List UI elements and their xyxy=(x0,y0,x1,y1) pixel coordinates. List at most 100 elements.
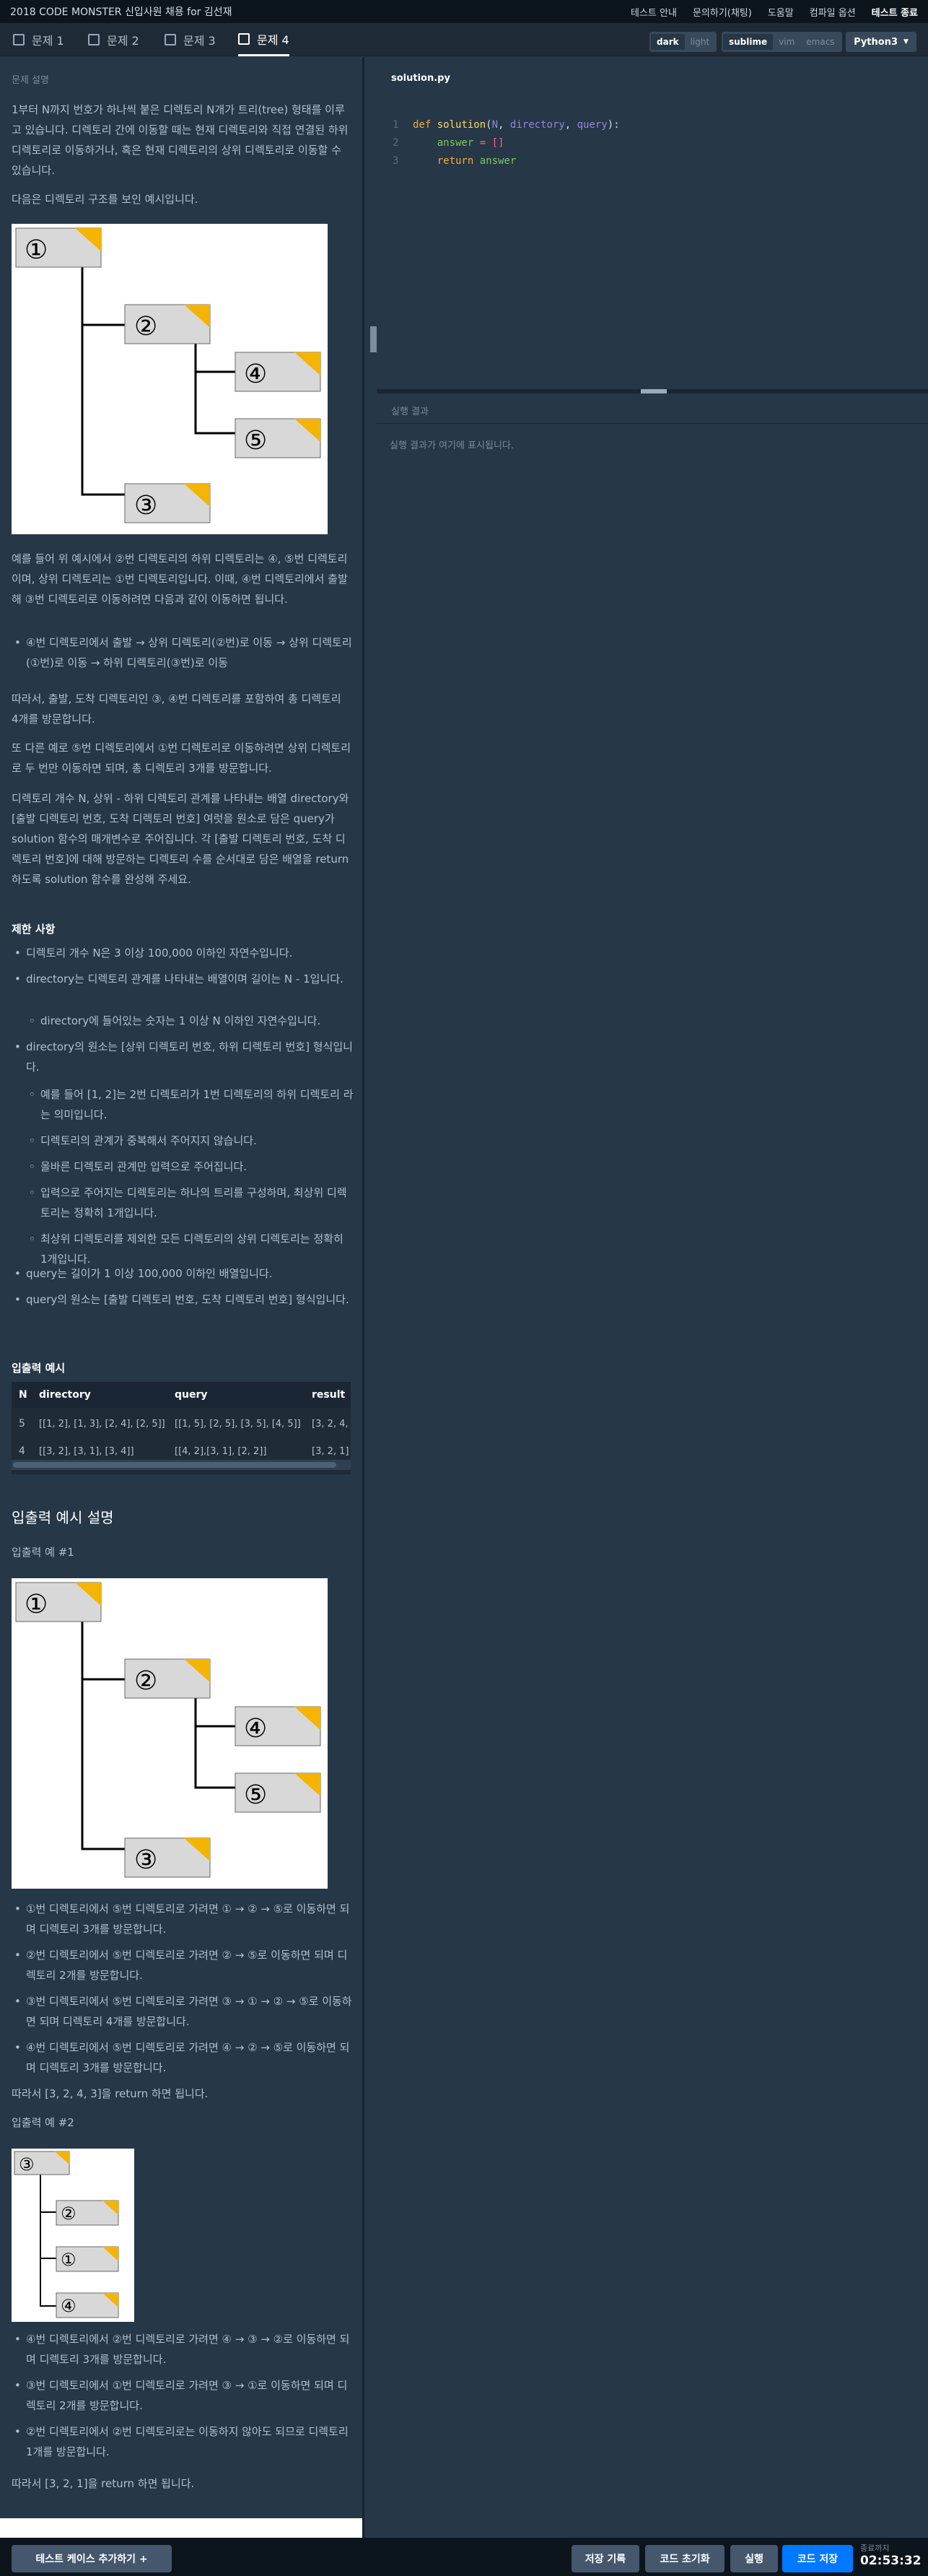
list-item: 올바른 디렉토리 관계만 입력으로 주어집니다. xyxy=(29,1157,354,1177)
run-button[interactable]: 실행 xyxy=(730,2545,778,2572)
code-token: return xyxy=(437,155,474,167)
list-item: ①번 디렉토리에서 ⑤번 디렉토리로 가려면 ① → ② → ⑤로 이동하면 되… xyxy=(14,1899,354,1939)
table-cell: 5 xyxy=(19,1418,25,1430)
code-token: solution xyxy=(437,119,486,131)
example-2-result: 따라서 [3, 2, 1]을 return 하면 됩니다. xyxy=(12,2477,195,2490)
code-editor[interactable]: solution.py 1 def solution(N, directory, … xyxy=(377,57,928,389)
code-token: directory xyxy=(509,119,565,131)
language-label: Python3 xyxy=(854,36,898,48)
tab-label: 문제 3 xyxy=(183,34,216,48)
code-token: def xyxy=(413,119,432,131)
list-item: directory에 들어있는 숫자는 1 이상 N 이하인 자연수입니다. xyxy=(29,1011,354,1031)
constraints-sublist: 예를 들어 [1, 2]는 2번 디렉토리가 1번 디렉토리의 하위 디렉토리 … xyxy=(29,1084,354,1275)
tab-label: 문제 2 xyxy=(107,34,139,48)
keymap-vim-option[interactable]: vim xyxy=(773,34,800,50)
list-item: 입력으로 주어지는 디렉토리는 하나의 트리를 구성하며, 최상위 디렉토리는 … xyxy=(29,1183,354,1223)
add-testcase-button[interactable]: 테스트 케이스 추가하기 + xyxy=(12,2545,172,2572)
keymap-emacs-option[interactable]: emacs xyxy=(800,34,840,50)
node-label-5: ⑤ xyxy=(244,426,267,456)
code-token: = [] xyxy=(473,137,504,149)
column-header: result xyxy=(312,1389,346,1401)
node-label-4: ④ xyxy=(61,2296,76,2316)
code-token: answer xyxy=(479,155,517,167)
node-label-3: ③ xyxy=(134,491,157,521)
directory-tree-svg: ① ② ④ ⑤ ③ xyxy=(15,227,321,523)
panel-bottom-strip xyxy=(0,2518,362,2538)
theme-dark-option[interactable]: dark xyxy=(651,34,685,50)
language-select[interactable]: Python3 ▼ xyxy=(846,32,916,52)
directory-tree-image: ① ② ④ ⑤ ③ xyxy=(12,1578,328,1889)
node-label-4: ④ xyxy=(244,1714,267,1744)
column-header: query xyxy=(175,1389,208,1401)
panel-divider[interactable] xyxy=(362,57,364,2538)
column-header: directory xyxy=(39,1389,91,1401)
tab-problem-1[interactable]: 문제 1 xyxy=(13,23,64,56)
example-2-list: ④번 디렉토리에서 ②번 디렉토리로 가려면 ④ → ③ → ②로 이동하면 되… xyxy=(14,2329,354,2468)
table-scrollbar[interactable] xyxy=(12,1460,351,1470)
keymap-toggle: sublime vim emacs xyxy=(722,32,842,52)
checkbox-icon xyxy=(238,32,250,45)
node-label-2: ② xyxy=(61,2203,76,2224)
tab-label: 문제 1 xyxy=(32,34,64,48)
code-area[interactable]: 1 def solution(N, directory, query): 2 an… xyxy=(393,116,620,170)
example-conclusion: 따라서, 출발, 도착 디렉토리인 ③, ④번 디렉토리를 포함하여 총 디렉토… xyxy=(12,692,341,726)
checkbox-icon xyxy=(13,34,25,45)
table-cell: [[1, 2], [1, 3], [2, 4], [2, 5]] xyxy=(39,1418,165,1430)
problem-heading: 문제 설명 xyxy=(12,75,49,86)
table-row: 5 [[1, 2], [1, 3], [2, 4], [2, 5]] [[1, … xyxy=(12,1411,351,1437)
example-1-label: 입출력 예 #1 xyxy=(12,1546,74,1559)
list-item: ②번 디렉토리에서 ②번 디렉토리로는 이동하지 않아도 되므로 디렉토리 1개… xyxy=(14,2421,354,2462)
theme-light-option[interactable]: light xyxy=(685,34,716,50)
node-label-1: ① xyxy=(25,235,48,265)
directory-tree-image-2: ③ ② ① ④ xyxy=(12,2149,134,2322)
table-cell: 4 xyxy=(19,1445,25,1457)
list-item: 디렉토리 개수 N은 3 이상 100,000 이하인 자연수입니다. xyxy=(14,943,354,963)
table-header-row: N directory query result xyxy=(12,1382,351,1408)
example-1-list: ①번 디렉토리에서 ⑤번 디렉토리로 가려면 ① → ② → ⑤로 이동하면 되… xyxy=(14,1899,354,2084)
tab-problem-2[interactable]: 문제 2 xyxy=(88,23,139,56)
io-example-heading: 입출력 예시 xyxy=(12,1362,66,1375)
io-explain-heading: 입출력 예시 설명 xyxy=(12,1509,114,1526)
scrollbar-thumb[interactable] xyxy=(13,1462,336,1468)
io-example-table: N directory query result 5 [[1, 2], [1, … xyxy=(12,1382,351,1474)
line-number: 1 xyxy=(393,119,399,131)
save-code-button[interactable]: 코드 저장 xyxy=(782,2545,853,2572)
list-item: directory는 디렉토리 관계를 나타내는 배열이며 길이는 N - 1입… xyxy=(14,969,354,989)
constraints-list: query는 길이가 1 이상 100,000 이하인 배열입니다. query… xyxy=(14,1263,354,1315)
example-path-list: ④번 디렉토리에서 출발 → 상위 디렉토리(②번)로 이동 → 상위 디렉토리… xyxy=(14,632,354,679)
checkbox-icon xyxy=(88,34,100,45)
time-left-label: 종료까지 xyxy=(860,2544,890,2553)
code-token: query xyxy=(577,119,608,131)
link-compile-options[interactable]: 컴파일 옵션 xyxy=(810,5,856,19)
problem-intro: 1부터 N까지 번호가 하나씩 붙은 디렉토리 N개가 트리(tree) 형태를… xyxy=(12,103,349,177)
link-chat[interactable]: 문의하기(채팅) xyxy=(693,5,752,19)
constraints-list: directory의 원소는 [상위 디렉토리 번호, 하위 디렉토리 번호] … xyxy=(14,1037,354,1083)
task-description: 디렉토리 개수 N, 상위 - 하위 디렉토리 관계를 나타내는 배열 dire… xyxy=(12,792,349,886)
result-placeholder: 실행 결과가 여기에 표시됩니다. xyxy=(390,440,515,451)
list-item: ②번 디렉토리에서 ⑤번 디렉토리로 가려면 ② → ⑤로 이동하면 되며 디렉… xyxy=(14,1945,354,1985)
list-item: query의 원소는 [출발 디렉토리 번호, 도착 디렉토리 번호] 형식입니… xyxy=(14,1289,354,1310)
end-test-link[interactable]: 테스트 종료 xyxy=(872,5,918,19)
node-label-1: ① xyxy=(61,2250,76,2270)
keymap-sublime-option[interactable]: sublime xyxy=(723,34,774,50)
column-header: N xyxy=(19,1389,27,1401)
list-item: ③번 디렉토리에서 ⑤번 디렉토리로 가려면 ③ → ① → ② → ⑤로 이동… xyxy=(14,1991,354,2032)
reset-code-button[interactable]: 코드 초기화 xyxy=(645,2545,725,2572)
tab-problem-3[interactable]: 문제 3 xyxy=(165,23,216,56)
save-log-button[interactable]: 저장 기록 xyxy=(572,2545,639,2572)
time-left: 02:53:32 xyxy=(860,2554,922,2568)
code-token: N xyxy=(491,119,499,131)
node-label-1: ① xyxy=(25,1590,48,1619)
code-line: 3 return answer xyxy=(393,152,620,170)
panel-resize-handle[interactable] xyxy=(370,326,377,352)
editor-filename: solution.py xyxy=(391,73,450,84)
table-cell: [3, 2, 4, xyxy=(312,1418,349,1430)
link-test-guide[interactable]: 테스트 안내 xyxy=(631,5,677,19)
tab-problem-4[interactable]: 문제 4 xyxy=(238,23,289,56)
directory-tree-image: ① ② ④ ⑤ ③ xyxy=(12,224,328,534)
theme-toggle: dark light xyxy=(649,32,717,52)
link-help[interactable]: 도움말 xyxy=(768,5,794,19)
bottom-bar: 테스트 케이스 추가하기 + 저장 기록 코드 초기화 실행 코드 저장 종료까… xyxy=(0,2538,928,2576)
node-label-2: ② xyxy=(134,1666,157,1696)
example-other: 또 다른 예로 ⑤번 디렉토리에서 ①번 디렉토리로 이동하려면 상위 디렉토리… xyxy=(12,741,351,775)
